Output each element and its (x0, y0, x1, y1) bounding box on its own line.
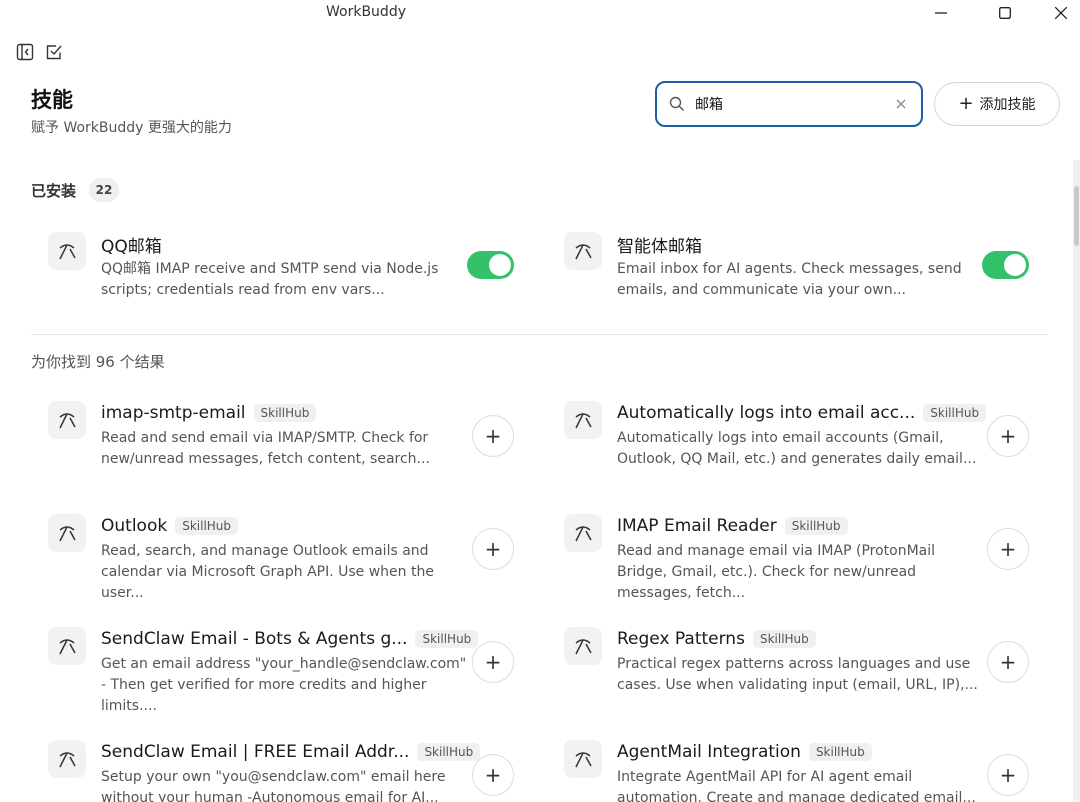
skill-description: Integrate AgentMail API for AI agent ema… (617, 769, 976, 802)
skill-source-tag: SkillHub (417, 743, 481, 761)
install-skill-button[interactable]: + (987, 415, 1029, 457)
skill-result-card: SendClaw Email | FREE Email Addr... Skill… (31, 740, 511, 802)
window-title: WorkBuddy (326, 4, 406, 20)
scrollbar[interactable] (1073, 160, 1080, 802)
add-skill-button[interactable]: + 添加技能 (934, 82, 1060, 126)
search-box (655, 81, 923, 127)
pickaxe-icon (48, 514, 86, 552)
pickaxe-icon (564, 514, 602, 552)
skill-source-tag: SkillHub (784, 517, 848, 535)
skill-description: Read, search, and manage Outlook emails … (101, 543, 434, 601)
install-skill-button[interactable]: + (472, 415, 514, 457)
pickaxe-icon (564, 232, 602, 270)
plus-icon: + (999, 424, 1017, 448)
install-skill-button[interactable]: + (472, 528, 514, 570)
pickaxe-icon (48, 232, 86, 270)
scrollbar-thumb[interactable] (1074, 186, 1079, 246)
pickaxe-icon (564, 627, 602, 665)
skill-result-card: SendClaw Email - Bots & Agents g... Skill… (31, 627, 511, 714)
skill-description: Read and manage email via IMAP (ProtonMa… (617, 543, 936, 601)
maximize-icon (999, 7, 1011, 19)
install-skill-button[interactable]: + (472, 754, 514, 796)
plus-icon: + (999, 650, 1017, 674)
install-skill-button[interactable]: + (472, 641, 514, 683)
skill-result-card: Regex Patterns SkillHub Practical regex p… (547, 627, 1027, 707)
page-subtitle: 赋予 WorkBuddy 更强大的能力 (31, 120, 232, 136)
skill-enabled-toggle[interactable] (982, 251, 1029, 279)
skill-name: IMAP Email Reader (617, 516, 777, 536)
skill-result-card: imap-smtp-email SkillHub Read and send em… (31, 401, 511, 481)
skill-source-tag: SkillHub (415, 630, 479, 648)
skill-source-tag: SkillHub (923, 404, 987, 422)
add-skill-label: 添加技能 (979, 97, 1036, 113)
skill-name: 智能体邮箱 (617, 236, 702, 257)
title-bar: WorkBuddy (0, 0, 1080, 26)
skill-result-card: IMAP Email Reader SkillHub Read and manag… (547, 514, 1027, 601)
skill-name: Regex Patterns (617, 629, 745, 649)
skill-source-tag: SkillHub (175, 517, 239, 535)
pickaxe-icon (48, 401, 86, 439)
skill-description: Setup your own "you@sendclaw.com" email … (101, 769, 446, 802)
skill-result-card: AgentMail Integration SkillHub Integrate … (547, 740, 1027, 802)
clear-search-icon[interactable] (893, 96, 909, 112)
pickaxe-icon (564, 401, 602, 439)
search-icon (669, 95, 687, 113)
plus-icon: + (958, 93, 974, 114)
skill-source-tag: SkillHub (752, 630, 816, 648)
minimize-button[interactable] (918, 0, 964, 26)
install-skill-button[interactable]: + (987, 754, 1029, 796)
plus-icon: + (484, 537, 502, 561)
skill-source-tag: SkillHub (253, 404, 317, 422)
skill-name: SendClaw Email - Bots & Agents g... (101, 629, 408, 649)
plus-icon: + (999, 537, 1017, 561)
skill-result-card: Automatically logs into email acc... Skil… (547, 401, 1027, 481)
section-divider (31, 334, 1047, 335)
skill-description: QQ邮箱 IMAP receive and SMTP send via Node… (101, 261, 439, 298)
install-skill-button[interactable]: + (987, 641, 1029, 683)
plus-icon: + (484, 763, 502, 787)
search-input[interactable] (695, 96, 885, 112)
skill-name: QQ邮箱 (101, 236, 162, 257)
skill-description: Practical regex patterns across language… (617, 656, 978, 693)
skill-description: Get an email address "your_handle@sendcl… (101, 656, 467, 714)
sidebar-toggle-icon[interactable] (15, 42, 35, 62)
plus-icon: + (999, 763, 1017, 787)
skill-name: AgentMail Integration (617, 742, 801, 762)
skill-description: Read and send email via IMAP/SMTP. Check… (101, 430, 430, 467)
pickaxe-icon (48, 627, 86, 665)
maximize-button[interactable] (982, 0, 1028, 26)
checkbox-icon[interactable] (44, 42, 64, 62)
results-count-label: 为你找到 96 个结果 (31, 353, 165, 371)
close-icon (1055, 7, 1067, 19)
minimize-icon (935, 12, 947, 14)
skill-result-card: Outlook SkillHub Read, search, and manage… (31, 514, 511, 601)
close-window-button[interactable] (1038, 0, 1080, 26)
skill-enabled-toggle[interactable] (467, 251, 514, 279)
plus-icon: + (484, 650, 502, 674)
pickaxe-icon (564, 740, 602, 778)
skill-name: Outlook (101, 516, 168, 536)
pickaxe-icon (48, 740, 86, 778)
skill-description: Automatically logs into email accounts (… (617, 430, 977, 467)
skill-name: Automatically logs into email acc... (617, 403, 916, 423)
page-title: 技能 (31, 88, 73, 112)
installed-skill-card: QQ邮箱 QQ邮箱 IMAP receive and SMTP send via… (31, 232, 511, 312)
installed-count-badge: 22 (89, 178, 119, 202)
install-skill-button[interactable]: + (987, 528, 1029, 570)
skill-description: Email inbox for AI agents. Check message… (617, 261, 962, 298)
installed-section-label: 已安装 (31, 182, 77, 200)
skill-name: imap-smtp-email (101, 403, 246, 423)
installed-skill-card: 智能体邮箱 Email inbox for AI agents. Check m… (547, 232, 1027, 312)
plus-icon: + (484, 424, 502, 448)
skill-name: SendClaw Email | FREE Email Addr... (101, 742, 410, 762)
skill-source-tag: SkillHub (808, 743, 872, 761)
